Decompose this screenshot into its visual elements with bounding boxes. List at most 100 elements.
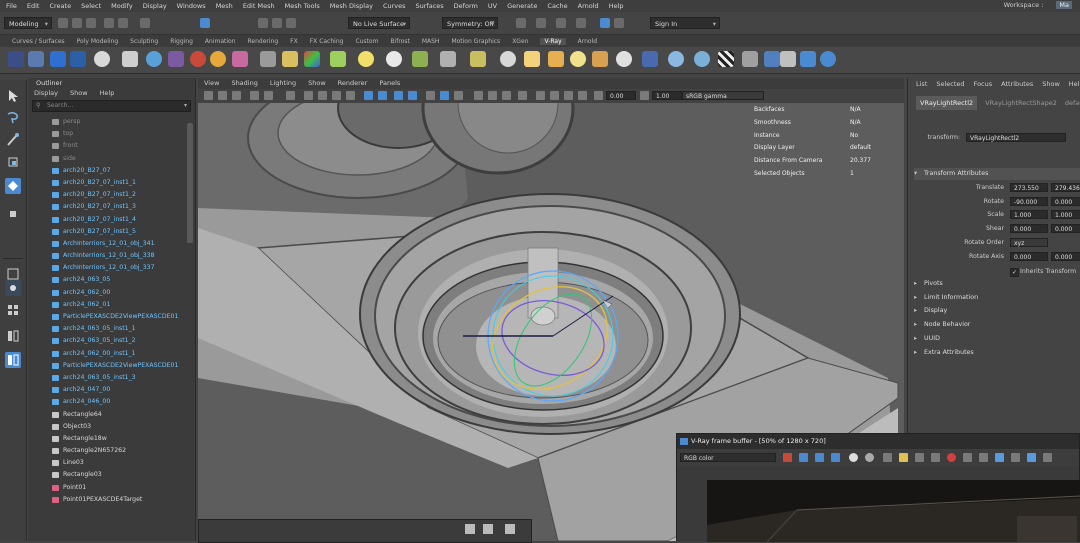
layout-perspective-icon[interactable] <box>5 280 21 296</box>
color-corrections-icon[interactable] <box>1043 453 1052 462</box>
outliner-item[interactable]: arch20_B27_07_inst1_2 <box>28 189 186 201</box>
vray-dome-icon[interactable] <box>412 51 428 67</box>
shelf-tab-fx[interactable]: FX <box>290 38 298 45</box>
shelf-tab-sculpting[interactable]: Sculpting <box>130 38 158 45</box>
select-tool-icon[interactable] <box>5 88 21 104</box>
attr-field-y[interactable]: 0.000 <box>1051 251 1080 261</box>
outliner-item[interactable]: persp <box>28 116 186 128</box>
use-all-lights-icon[interactable] <box>474 91 483 100</box>
toggle-attribute-editor-icon[interactable] <box>614 18 624 28</box>
xray-components-icon[interactable] <box>578 91 587 100</box>
vray-material-icon[interactable] <box>146 51 162 67</box>
vray-vrscene-icon[interactable] <box>742 51 758 67</box>
symmetry-dropdown[interactable]: Symmetry: Off <box>442 17 498 30</box>
attr-field-x[interactable]: 0.000 <box>1010 224 1048 234</box>
save-scene-icon[interactable] <box>86 18 96 28</box>
section-pivots[interactable]: Pivots <box>914 278 1080 290</box>
vray-bulb-icon[interactable] <box>570 51 586 67</box>
outliner-item[interactable]: Rectangle18w <box>28 433 186 445</box>
camera-attributes-icon[interactable] <box>218 91 227 100</box>
attr-menu-focus[interactable]: Focus <box>974 78 993 90</box>
vray-sphere-icon[interactable] <box>122 51 138 67</box>
vray-camera-icon[interactable] <box>780 51 796 67</box>
rotate-tool-icon[interactable] <box>5 178 21 194</box>
xray-joints-icon[interactable] <box>564 91 573 100</box>
vray-toon-icon[interactable] <box>304 51 320 67</box>
attr-field-y[interactable]: 0.000 <box>1051 224 1080 234</box>
minimize-icon[interactable] <box>465 524 475 534</box>
attr-menu-show[interactable]: Show <box>1042 78 1060 90</box>
vray-lightmtl-icon[interactable] <box>168 51 184 67</box>
outliner-item[interactable]: side <box>28 153 186 165</box>
menu-item-display[interactable]: Display <box>143 2 167 10</box>
outliner-item[interactable]: arch20_B27_07_inst1_4 <box>28 214 186 226</box>
safe-action-icon[interactable] <box>378 91 387 100</box>
outliner-item[interactable]: arch24_062_00 <box>28 287 186 299</box>
stop-render-icon[interactable] <box>1011 453 1020 462</box>
snap-grid-icon[interactable] <box>258 18 268 28</box>
outliner-scrollbar[interactable] <box>187 123 193 243</box>
gate-mask-icon[interactable] <box>346 91 355 100</box>
outliner-item[interactable]: Rectangle2N657262 <box>28 445 186 457</box>
menu-item-generate[interactable]: Generate <box>507 2 537 10</box>
select-hierarchy-icon[interactable] <box>140 18 150 28</box>
shelf-tab-bifrost[interactable]: Bifrost <box>390 38 409 45</box>
wireframe-icon[interactable] <box>394 91 403 100</box>
outliner-item[interactable]: ArchInterriors_12_01_obj_341 <box>28 238 186 250</box>
transform-name-field[interactable]: VRayLightRectl2 <box>966 133 1066 142</box>
exposure-field[interactable]: 0.00 <box>606 91 636 100</box>
ipr-render-icon[interactable] <box>536 18 546 28</box>
grease-pencil-icon[interactable] <box>286 91 295 100</box>
vfb-channel-dropdown[interactable]: RGB color <box>680 453 776 462</box>
attr-field-x[interactable]: 1.000 <box>1010 210 1048 220</box>
snap-point-icon[interactable] <box>286 18 296 28</box>
attr-tab[interactable]: VRayLightRectShape2 <box>985 96 1057 110</box>
viewport-menu-renderer[interactable]: Renderer <box>338 78 368 89</box>
vray-plane-icon[interactable] <box>330 51 346 67</box>
section-node-behavior[interactable]: Node Behavior <box>914 319 1080 331</box>
vray-blend-mtl-icon[interactable] <box>190 51 206 67</box>
select-object-icon[interactable] <box>200 18 210 28</box>
shelf-tab-arnold[interactable]: Arnold <box>578 38 597 45</box>
shelf-tab-custom[interactable]: Custom <box>355 38 378 45</box>
toggle-modeling-toolkit-icon[interactable] <box>600 18 610 28</box>
attr-menu-attributes[interactable]: Attributes <box>1001 78 1033 90</box>
save-icon[interactable] <box>883 453 892 462</box>
menu-item-windows[interactable]: Windows <box>177 2 206 10</box>
menu-item-mesh[interactable]: Mesh <box>216 2 233 10</box>
attr-menu-selected[interactable]: Selected <box>936 78 964 90</box>
new-scene-icon[interactable] <box>58 18 68 28</box>
vray-render-icon[interactable] <box>8 51 24 67</box>
outliner-item[interactable]: arch24_063_05_inst1_3 <box>28 372 186 384</box>
attr-tab[interactable]: VRayLightRectl2 <box>916 96 978 110</box>
vray-lister-icon[interactable] <box>800 51 816 67</box>
shelf-tab-poly-modeling[interactable]: Poly Modeling <box>77 38 119 45</box>
vray-frame-buffer-window[interactable]: V-Ray frame buffer - [50% of 1280 x 720]… <box>676 433 1080 542</box>
vray-aerial-icon[interactable] <box>668 51 684 67</box>
view-transform-dropdown[interactable]: sRGB gamma <box>682 91 764 100</box>
menu-item-create[interactable]: Create <box>49 2 71 10</box>
grid-icon[interactable] <box>304 91 313 100</box>
menu-item-cache[interactable]: Cache <box>547 2 567 10</box>
shadows-icon[interactable] <box>488 91 497 100</box>
section-extra-attributes[interactable]: Extra Attributes <box>914 347 1080 359</box>
outliner-item[interactable]: arch24_046_00 <box>28 396 186 408</box>
outliner-item[interactable]: arch24_062_01 <box>28 299 186 311</box>
chevron-down-icon[interactable]: ▾ <box>184 101 187 111</box>
shelf-tab-motion-graphics[interactable]: Motion Graphics <box>451 38 500 45</box>
outliner-item[interactable]: arch20_B27_07_inst1_3 <box>28 201 186 213</box>
menu-item-surfaces[interactable]: Surfaces <box>416 2 444 10</box>
paint-select-tool-icon[interactable] <box>5 132 21 148</box>
vray-ipr-icon[interactable] <box>28 51 44 67</box>
shelf-tab-mash[interactable]: MASH <box>422 38 440 45</box>
attr-field-x[interactable]: 273.550 <box>1010 183 1048 192</box>
vray-cube-icon[interactable] <box>282 51 298 67</box>
workspace-dropdown[interactable]: Ma <box>1056 1 1072 9</box>
shelf-tab-animation[interactable]: Animation <box>205 38 236 45</box>
outliner-item[interactable]: arch24_063_05_inst1_2 <box>28 335 186 347</box>
film-gate-icon[interactable] <box>318 91 327 100</box>
outliner-item[interactable]: front <box>28 140 186 152</box>
menu-item-deform[interactable]: Deform <box>454 2 478 10</box>
viewport-menu-panels[interactable]: Panels <box>379 78 400 89</box>
rotate-order-dropdown[interactable]: xyz <box>1010 237 1048 247</box>
